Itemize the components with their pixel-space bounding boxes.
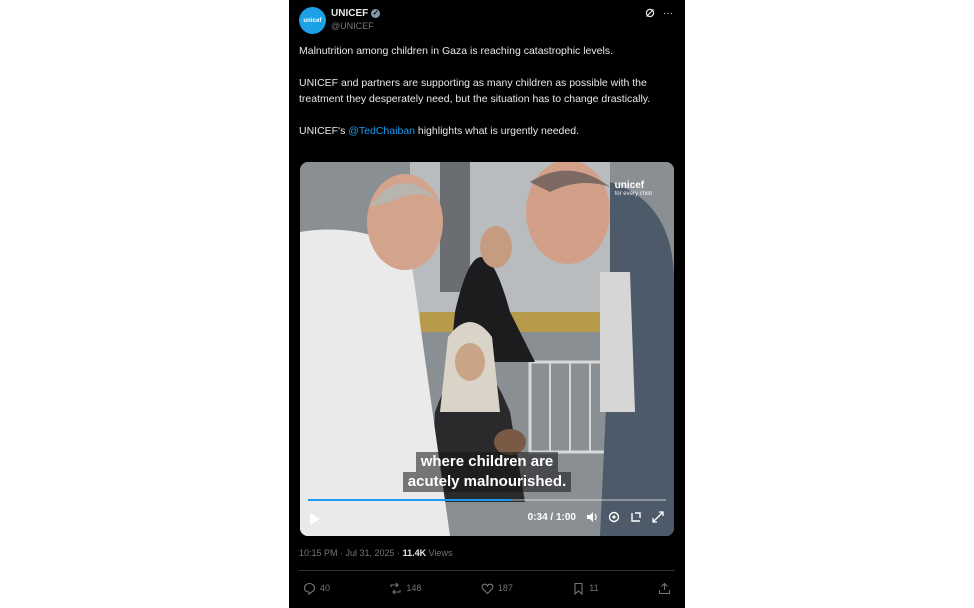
account-handle[interactable]: @UNICEF: [331, 21, 380, 31]
watermark-logo: unicef: [614, 180, 645, 191]
tweet-header: unicef UNICEF ✓ @UNICEF ···: [299, 6, 675, 36]
header-icons: ···: [645, 8, 673, 19]
mention-link[interactable]: @TedChaiban: [348, 125, 415, 137]
unicef-watermark: unicef for every child: [615, 180, 652, 197]
tweet-text-fragment: UNICEF's: [299, 125, 349, 137]
verified-icon: ✓: [371, 9, 381, 18]
tweet-card: unicef UNICEF ✓ @UNICEF ··· Malnutrition…: [289, 0, 685, 608]
avatar[interactable]: unicef: [299, 7, 326, 34]
repost-count: 148: [406, 583, 422, 593]
views-label: Views: [426, 548, 453, 558]
fullscreen-icon[interactable]: [652, 511, 664, 523]
tweet-timestamp[interactable]: 10:15 PM · Jul 31, 2025 ·: [299, 548, 403, 558]
video-controls: 0:34 / 1:00: [308, 511, 666, 527]
like-count: 187: [497, 583, 513, 593]
reply-icon: [303, 582, 316, 595]
repost-button[interactable]: 148: [389, 582, 421, 595]
reply-button[interactable]: 40: [303, 582, 330, 595]
subtitle-line: where children are: [415, 452, 559, 472]
video-progress-fill: [308, 499, 511, 501]
tweet-paragraph: UNICEF's @TedChaiban highlights what is …: [299, 123, 671, 139]
subtitle-line: acutely malnourished.: [402, 472, 572, 492]
tweet-meta: 10:15 PM · Jul 31, 2025 · 11.4K Views: [299, 548, 452, 558]
pip-icon[interactable]: [630, 511, 642, 523]
divider: [299, 570, 675, 571]
action-bar: 40 148 187 11: [303, 580, 671, 596]
display-name[interactable]: UNICEF: [331, 8, 368, 19]
repost-icon: [390, 582, 401, 594]
grok-icon[interactable]: [645, 8, 655, 18]
video-subtitle: where children are acutely malnourished.: [300, 452, 674, 492]
video-progress-bar[interactable]: [308, 499, 666, 501]
tweet-paragraph: UNICEF and partners are supporting as ma…: [299, 77, 651, 105]
bookmark-icon: [574, 582, 583, 595]
more-options-icon[interactable]: ···: [663, 8, 673, 19]
views-count: 11.4K: [402, 548, 427, 558]
heart-icon: [481, 583, 494, 594]
tweet-text-fragment: highlights what is urgently needed.: [414, 125, 579, 137]
watermark-tagline: for every child: [614, 191, 652, 197]
video-timecode: 0:34 / 1:00: [527, 511, 576, 523]
share-button[interactable]: [658, 582, 671, 595]
play-icon[interactable]: [310, 513, 320, 525]
volume-icon[interactable]: [586, 511, 598, 523]
bookmark-count: 11: [589, 583, 599, 593]
like-button[interactable]: 187: [481, 582, 513, 595]
reply-count: 40: [320, 583, 331, 593]
bookmark-button[interactable]: 11: [572, 582, 599, 595]
tweet-text: Malnutrition among children in Gaza is r…: [299, 43, 671, 155]
video-player[interactable]: unicef for every child where children ar…: [300, 162, 674, 536]
settings-icon[interactable]: [608, 511, 620, 523]
share-icon: [658, 582, 671, 594]
account-names[interactable]: UNICEF ✓ @UNICEF: [331, 8, 381, 31]
tweet-paragraph: Malnutrition among children in Gaza is r…: [299, 45, 613, 57]
